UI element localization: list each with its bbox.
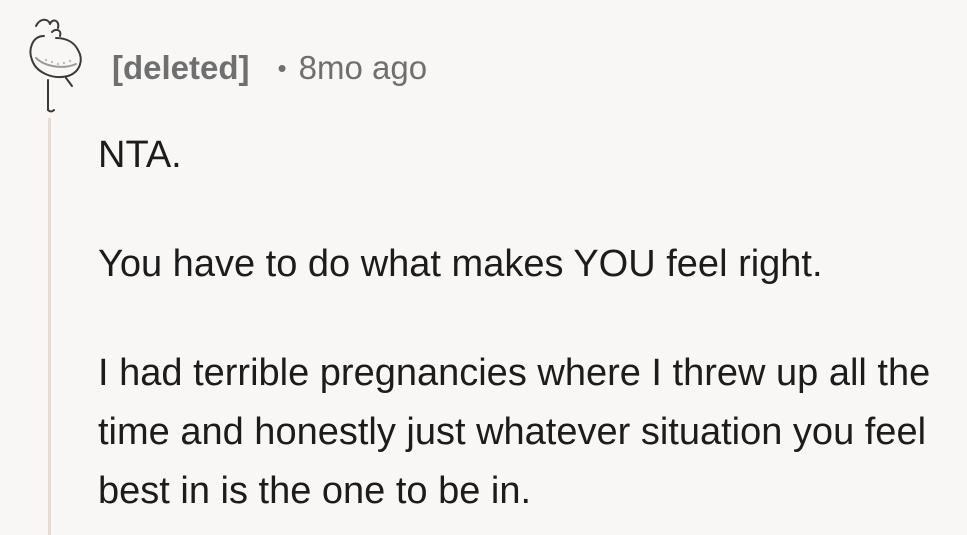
separator-dot: • <box>277 52 287 83</box>
comment-body: NTA. You have to do what makes YOU feel … <box>98 126 958 521</box>
comment-paragraph: I had terrible pregnancies where I threw… <box>98 352 931 512</box>
thread-line[interactable] <box>48 118 51 535</box>
avatar[interactable] <box>22 14 86 114</box>
comment-paragraph: You have to do what makes YOU feel right… <box>98 243 823 285</box>
comment: [deleted] • 8mo ago NTA. You have to do … <box>0 0 967 535</box>
snoo-avatar-icon <box>29 18 82 113</box>
author-name[interactable]: [deleted] <box>112 49 250 87</box>
comment-meta: [deleted] • 8mo ago <box>112 46 427 90</box>
timestamp[interactable]: 8mo ago <box>299 49 427 87</box>
comment-paragraph: NTA. <box>98 134 182 176</box>
